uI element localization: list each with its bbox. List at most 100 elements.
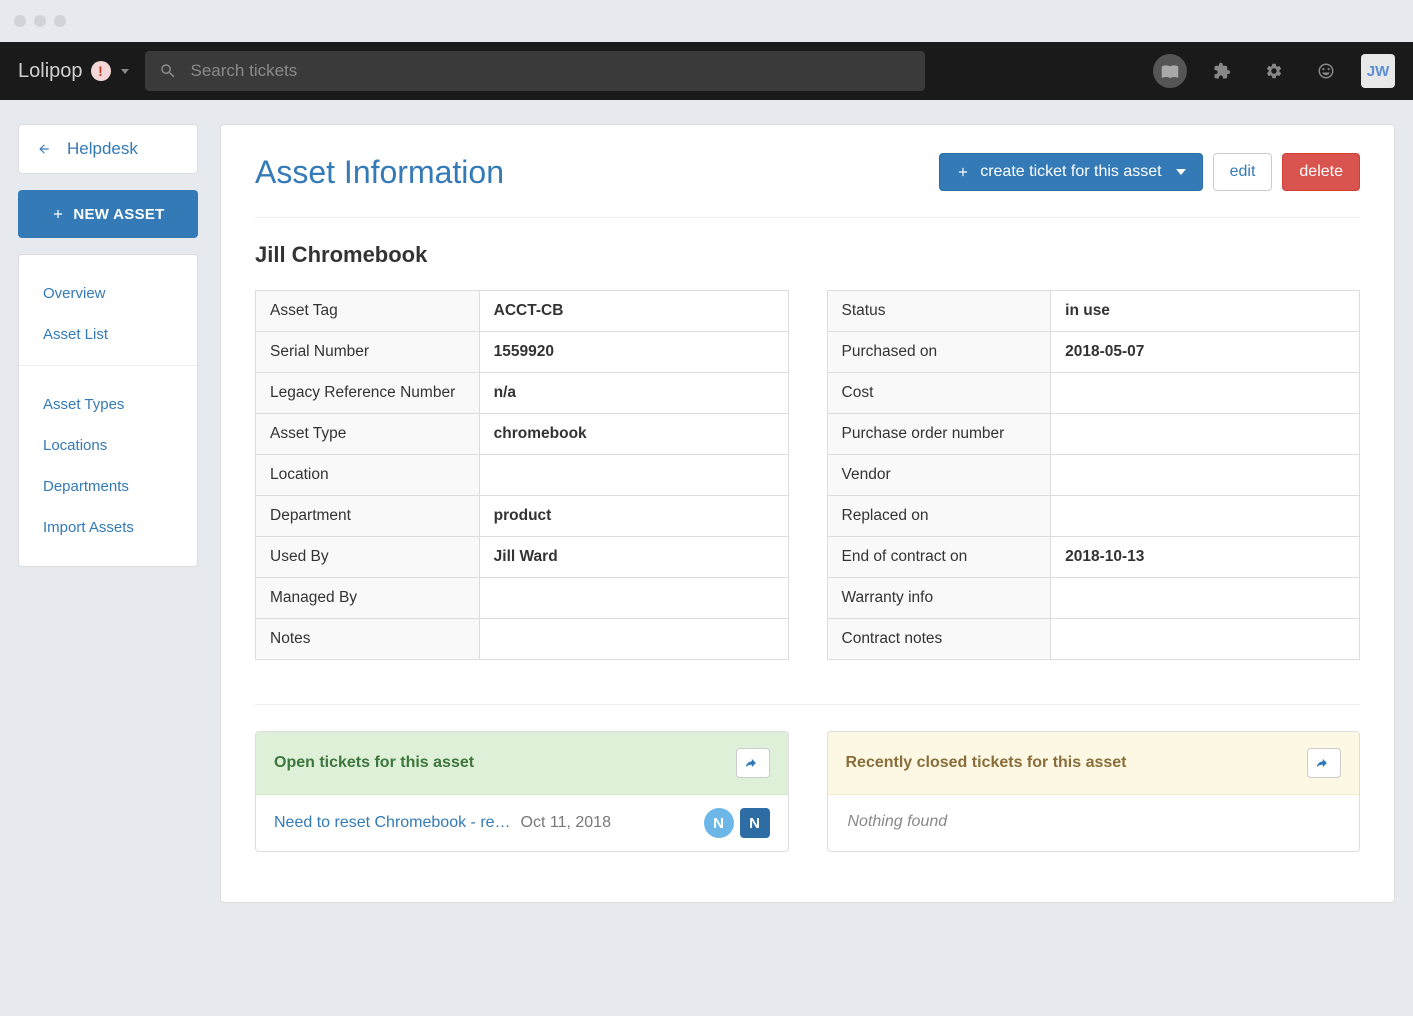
table-row: Used ByJill Ward bbox=[256, 537, 789, 578]
table-row: Managed By bbox=[256, 578, 789, 619]
smile-icon-button[interactable] bbox=[1309, 54, 1343, 88]
back-label: Helpdesk bbox=[67, 139, 138, 159]
table-label: Notes bbox=[256, 619, 480, 660]
delete-label: delete bbox=[1299, 163, 1343, 181]
open-tickets-body: Need to reset Chromebook - re… Oct 11, 20… bbox=[256, 795, 788, 851]
table-label: Purchase order number bbox=[827, 414, 1051, 455]
alert-badge-icon: ! bbox=[91, 61, 111, 81]
sidebar-item[interactable]: Asset List bbox=[19, 314, 197, 355]
table-label: Department bbox=[256, 496, 480, 537]
asset-details-table: Asset TagACCT-CBSerial Number1559920Lega… bbox=[255, 290, 789, 660]
chevron-down-icon bbox=[1176, 169, 1186, 175]
table-value bbox=[1051, 619, 1360, 660]
edit-label: edit bbox=[1230, 163, 1256, 181]
table-label: Serial Number bbox=[256, 332, 480, 373]
chevron-down-icon bbox=[121, 69, 129, 74]
table-row: Replaced on bbox=[827, 496, 1360, 537]
edit-button[interactable]: edit bbox=[1213, 153, 1273, 191]
main-content: Asset Information create ticket for this… bbox=[220, 124, 1395, 903]
topbar: Lolipop ! JW bbox=[0, 42, 1413, 100]
ticket-badges: NN bbox=[704, 808, 770, 838]
table-row: Contract notes bbox=[827, 619, 1360, 660]
nav-group: OverviewAsset List bbox=[19, 273, 197, 355]
table-label: Asset Type bbox=[256, 414, 480, 455]
smile-icon bbox=[1317, 62, 1335, 80]
share-icon bbox=[746, 756, 760, 770]
table-value: ACCT-CB bbox=[479, 291, 788, 332]
sidebar-item[interactable]: Import Assets bbox=[19, 507, 197, 548]
open-tickets-head: Open tickets for this asset bbox=[256, 732, 788, 795]
table-row: Warranty info bbox=[827, 578, 1360, 619]
table-row: Cost bbox=[827, 373, 1360, 414]
table-label: End of contract on bbox=[827, 537, 1051, 578]
table-value bbox=[479, 578, 788, 619]
empty-message: Nothing found bbox=[828, 795, 1360, 849]
table-row: Asset Typechromebook bbox=[256, 414, 789, 455]
panels-row: Open tickets for this asset Need to rese… bbox=[255, 731, 1360, 852]
open-tickets-title: Open tickets for this asset bbox=[274, 754, 474, 772]
side-nav: OverviewAsset List Asset TypesLocationsD… bbox=[18, 254, 198, 567]
open-tickets-panel: Open tickets for this asset Need to rese… bbox=[255, 731, 789, 852]
table-label: Contract notes bbox=[827, 619, 1051, 660]
closed-tickets-panel: Recently closed tickets for this asset N… bbox=[827, 731, 1361, 852]
puzzle-icon bbox=[1213, 62, 1231, 80]
closed-tickets-expand-button[interactable] bbox=[1307, 748, 1341, 778]
browser-chrome bbox=[0, 0, 1413, 42]
table-row: Legacy Reference Numbern/a bbox=[256, 373, 789, 414]
asset-name: Jill Chromebook bbox=[255, 242, 1360, 268]
table-value: Jill Ward bbox=[479, 537, 788, 578]
create-ticket-button[interactable]: create ticket for this asset bbox=[939, 153, 1202, 191]
table-value: 1559920 bbox=[479, 332, 788, 373]
brand-name: Lolipop bbox=[18, 60, 83, 83]
asset-purchase-table: Statusin usePurchased on2018-05-07CostPu… bbox=[827, 290, 1361, 660]
helpdesk-back-link[interactable]: Helpdesk bbox=[19, 125, 197, 173]
page-title: Asset Information bbox=[255, 154, 504, 191]
table-label: Replaced on bbox=[827, 496, 1051, 537]
window-dot bbox=[14, 15, 26, 27]
table-value bbox=[479, 455, 788, 496]
table-value: 2018-05-07 bbox=[1051, 332, 1360, 373]
table-value: in use bbox=[1051, 291, 1360, 332]
table-label: Managed By bbox=[256, 578, 480, 619]
table-value: 2018-10-13 bbox=[1051, 537, 1360, 578]
right-table-col: Statusin usePurchased on2018-05-07CostPu… bbox=[827, 290, 1361, 660]
sidebar-item[interactable]: Overview bbox=[19, 273, 197, 314]
sidebar-item[interactable]: Asset Types bbox=[19, 384, 197, 425]
table-value bbox=[1051, 578, 1360, 619]
ticket-date: Oct 11, 2018 bbox=[521, 814, 611, 832]
sidebar-item[interactable]: Locations bbox=[19, 425, 197, 466]
user-avatar[interactable]: JW bbox=[1361, 54, 1395, 88]
table-label: Legacy Reference Number bbox=[256, 373, 480, 414]
table-value bbox=[1051, 373, 1360, 414]
search-input[interactable] bbox=[191, 61, 911, 81]
table-label: Vendor bbox=[827, 455, 1051, 496]
gear-icon bbox=[1265, 62, 1283, 80]
open-tickets-expand-button[interactable] bbox=[736, 748, 770, 778]
ticket-link[interactable]: Need to reset Chromebook - re… bbox=[274, 814, 511, 832]
table-row: Purchase order number bbox=[827, 414, 1360, 455]
arrow-left-icon bbox=[35, 142, 53, 156]
table-value: product bbox=[479, 496, 788, 537]
new-asset-button[interactable]: NEW ASSET bbox=[18, 190, 198, 238]
table-label: Asset Tag bbox=[256, 291, 480, 332]
puzzle-icon-button[interactable] bbox=[1205, 54, 1239, 88]
nav-group: Asset TypesLocationsDepartmentsImport As… bbox=[19, 365, 197, 548]
table-value bbox=[479, 619, 788, 660]
page-body: Helpdesk NEW ASSET OverviewAsset List As… bbox=[0, 100, 1413, 943]
brand-menu[interactable]: Lolipop ! bbox=[18, 60, 129, 83]
left-table-col: Asset TagACCT-CBSerial Number1559920Lega… bbox=[255, 290, 789, 660]
table-row: Statusin use bbox=[827, 291, 1360, 332]
gear-icon-button[interactable] bbox=[1257, 54, 1291, 88]
delete-button[interactable]: delete bbox=[1282, 153, 1360, 191]
table-row: Departmentproduct bbox=[256, 496, 789, 537]
divider bbox=[255, 704, 1360, 705]
window-dot bbox=[34, 15, 46, 27]
sidebar-item[interactable]: Departments bbox=[19, 466, 197, 507]
closed-tickets-head: Recently closed tickets for this asset bbox=[828, 732, 1360, 795]
closed-tickets-title: Recently closed tickets for this asset bbox=[846, 754, 1127, 772]
table-label: Status bbox=[827, 291, 1051, 332]
share-icon bbox=[1317, 756, 1331, 770]
book-icon-button[interactable] bbox=[1153, 54, 1187, 88]
table-label: Purchased on bbox=[827, 332, 1051, 373]
table-label: Location bbox=[256, 455, 480, 496]
